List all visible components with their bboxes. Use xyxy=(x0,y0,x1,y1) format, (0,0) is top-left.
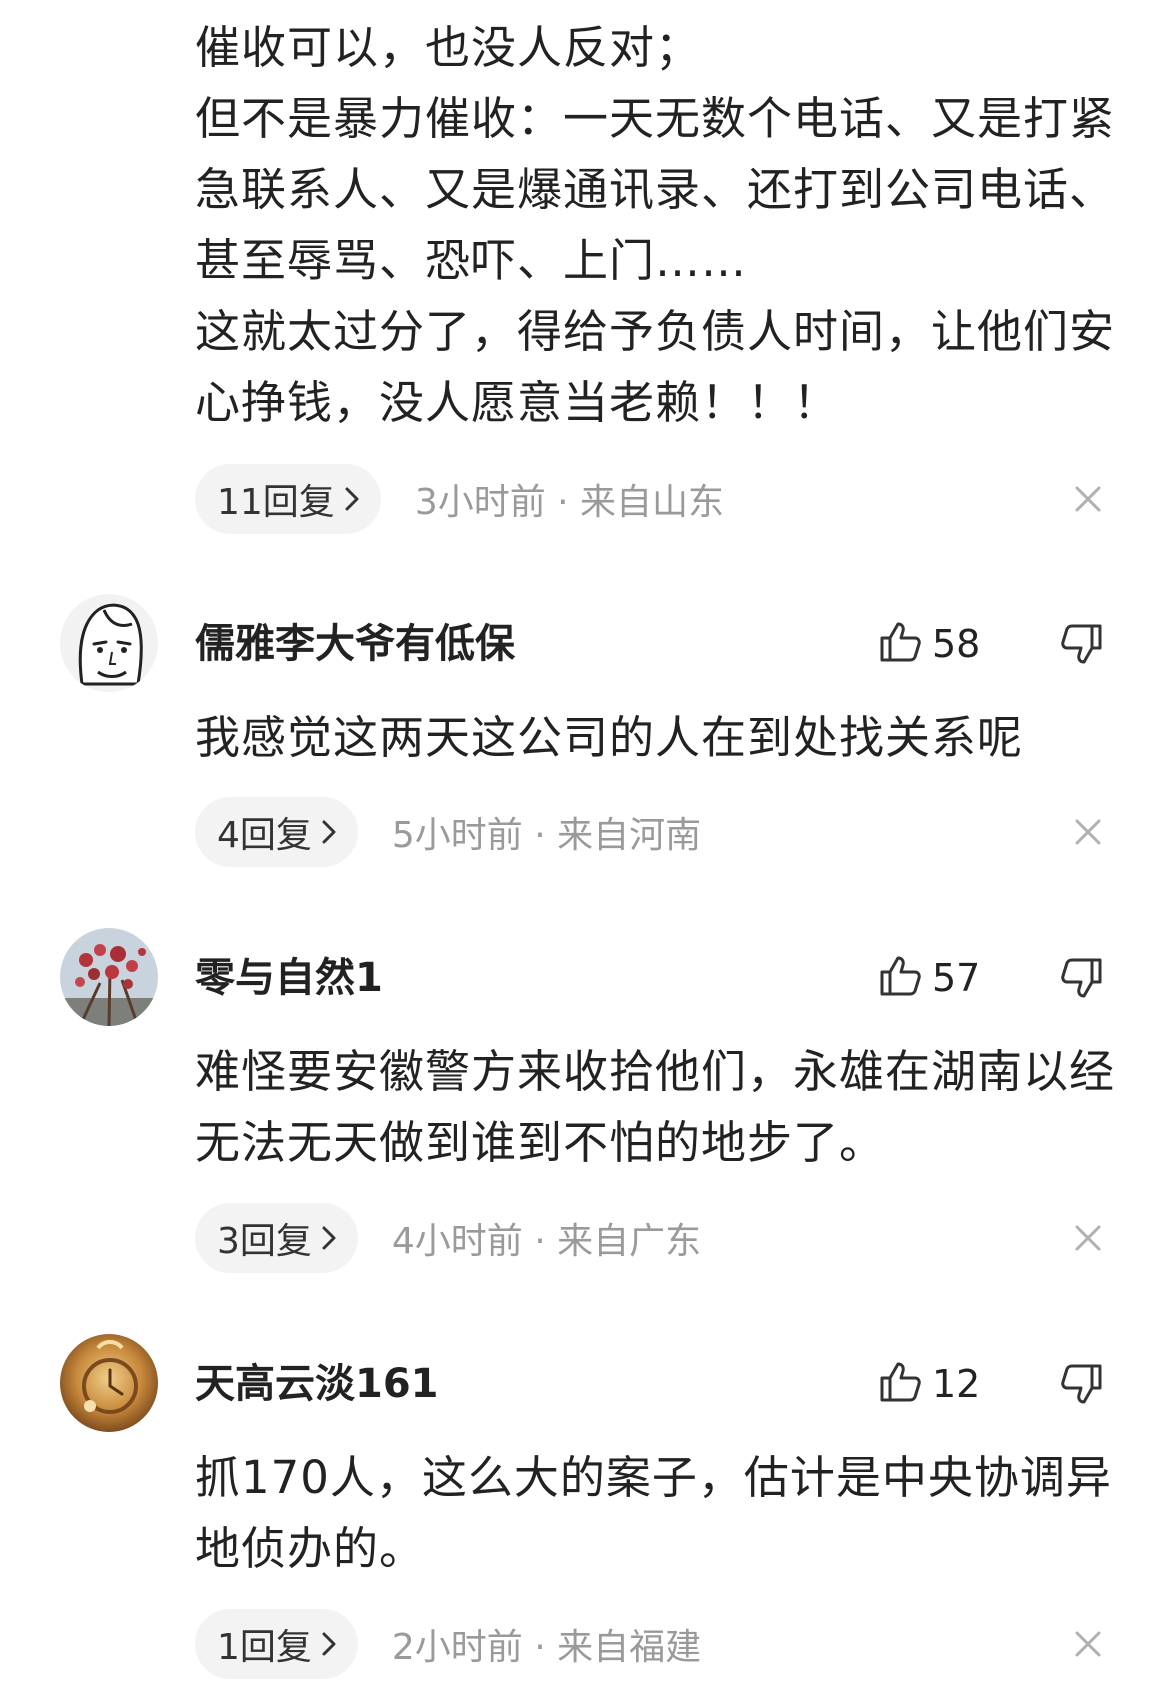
comment-text: 催收可以，也没人反对； 但不是暴力催收：一天无数个电话、又是打紧急联系人、又是爆… xyxy=(195,12,1145,438)
reply-count-button[interactable]: 4回复 xyxy=(195,797,358,867)
comment-timestamp-location: 2小时前 · 来自福建 xyxy=(391,1627,702,1668)
reply-count-label: 3回复 xyxy=(217,1221,312,1262)
comment-paragraph: 这就太过分了，得给予负债人时间，让他们安心挣钱，没人愿意当老赖！！！ xyxy=(195,305,1116,429)
reply-count-label: 1回复 xyxy=(217,1627,312,1668)
like-button[interactable]: 12 xyxy=(878,1359,980,1409)
close-icon[interactable] xyxy=(1068,1218,1108,1258)
close-icon[interactable] xyxy=(1068,812,1108,852)
comment-paragraph: 催收可以，也没人反对； xyxy=(195,21,702,74)
chevron-right-icon xyxy=(322,1632,336,1656)
comment-timestamp-location: 4小时前 · 来自广东 xyxy=(391,1221,702,1262)
comment-text: 难怪要安徽警方来收拾他们，永雄在湖南以经无法无天做到谁到不怕的地步了。 xyxy=(195,1036,1145,1178)
comment-username[interactable]: 天高云淡161 xyxy=(195,1360,439,1408)
comment-text: 我感觉这两天这公司的人在到处找关系呢 xyxy=(195,702,1145,773)
comment-username[interactable]: 零与自然1 xyxy=(195,954,383,1002)
reply-count-label: 4回复 xyxy=(217,815,312,856)
thumbs-up-icon xyxy=(878,1360,922,1408)
comment-username[interactable]: 儒雅李大爷有低保 xyxy=(195,620,515,668)
avatar[interactable] xyxy=(60,928,158,1026)
chevron-right-icon xyxy=(345,487,359,511)
comment-meta-row: 11回复 3小时前 · 来自山东 xyxy=(195,464,724,534)
thumbs-up-icon xyxy=(878,620,922,668)
reply-count-button[interactable]: 1回复 xyxy=(195,1609,358,1679)
like-button[interactable]: 58 xyxy=(878,619,980,669)
comment-paragraph: 难怪要安徽警方来收拾他们，永雄在湖南以经无法无天做到谁到不怕的地步了。 xyxy=(195,1045,1116,1169)
avatar[interactable] xyxy=(60,1334,158,1432)
comment-paragraph: 但不是暴力催收：一天无数个电话、又是打紧急联系人、又是爆通讯录、还打到公司电话、… xyxy=(195,92,1116,287)
comment-timestamp-location: 3小时前 · 来自山东 xyxy=(414,482,725,523)
comment-paragraph: 抓170人，这么大的案子，估计是中央协调异地侦办的。 xyxy=(195,1451,1112,1575)
chevron-right-icon xyxy=(322,820,336,844)
reply-count-label: 11回复 xyxy=(217,482,335,523)
avatar[interactable] xyxy=(60,594,158,692)
reply-count-button[interactable]: 3回复 xyxy=(195,1203,358,1273)
comment-meta-row: 1回复 2小时前 · 来自福建 xyxy=(195,1609,701,1679)
like-count: 58 xyxy=(932,622,981,666)
close-icon[interactable] xyxy=(1068,479,1108,519)
comment-paragraph: 我感觉这两天这公司的人在到处找关系呢 xyxy=(195,711,1024,764)
thumbs-up-icon xyxy=(878,954,922,1002)
chevron-right-icon xyxy=(322,1226,336,1250)
comment-timestamp-location: 5小时前 · 来自河南 xyxy=(391,815,702,856)
thumbs-down-icon[interactable] xyxy=(1058,1359,1106,1409)
close-icon[interactable] xyxy=(1068,1624,1108,1664)
comment-text: 抓170人，这么大的案子，估计是中央协调异地侦办的。 xyxy=(195,1442,1145,1584)
comment-meta-row: 3回复 4小时前 · 来自广东 xyxy=(195,1203,701,1273)
like-button[interactable]: 57 xyxy=(878,953,980,1003)
thumbs-down-icon[interactable] xyxy=(1058,953,1106,1003)
comment-meta-row: 4回复 5小时前 · 来自河南 xyxy=(195,797,701,867)
thumbs-down-icon[interactable] xyxy=(1058,619,1106,669)
like-count: 57 xyxy=(932,956,981,1000)
like-count: 12 xyxy=(932,1362,981,1406)
reply-count-button[interactable]: 11回复 xyxy=(195,464,381,534)
